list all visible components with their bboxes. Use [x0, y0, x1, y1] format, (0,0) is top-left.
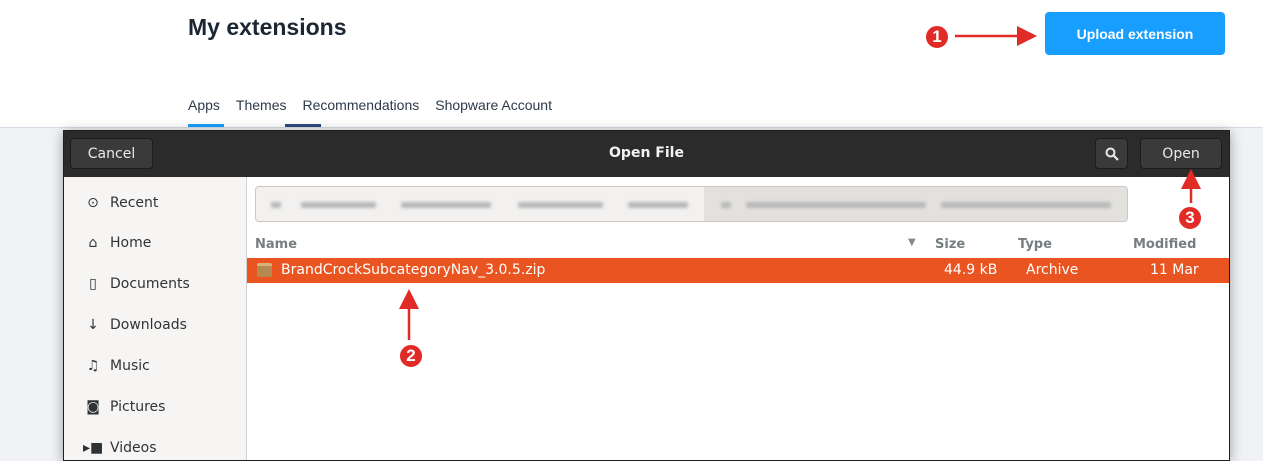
music-icon: ♫: [86, 358, 100, 374]
archive-icon: [257, 263, 272, 277]
extension-tabs: Apps Themes Recommendations Shopware Acc…: [188, 97, 568, 113]
file-name: BrandCrockSubcategoryNav_3.0.5.zip: [281, 262, 546, 278]
dialog-titlebar: Cancel Open File Open: [64, 131, 1229, 177]
column-modified[interactable]: Modified: [1133, 237, 1196, 252]
search-button[interactable]: [1095, 138, 1128, 169]
sidebar-item-label: Videos: [110, 440, 157, 456]
path-segment[interactable]: [301, 202, 376, 208]
sidebar-item-videos[interactable]: ▸■ Videos: [64, 428, 247, 460]
column-type[interactable]: Type: [1018, 237, 1052, 252]
sidebar-item-pictures[interactable]: ◙ Pictures: [64, 387, 247, 427]
home-icon: ⌂: [88, 235, 98, 251]
sidebar-item-home[interactable]: ⌂ Home: [64, 223, 247, 263]
tab-themes[interactable]: Themes: [236, 97, 287, 113]
path-segment[interactable]: [518, 202, 603, 208]
sort-down-icon: ▼: [908, 237, 916, 248]
video-icon: ▸■: [83, 440, 104, 456]
step-marker-3: 3: [1177, 205, 1203, 231]
sidebar-item-downloads[interactable]: ↓ Downloads: [64, 305, 247, 345]
tab-divider: [0, 127, 1263, 128]
sidebar-item-label: Downloads: [110, 317, 187, 333]
dialog-title: Open File: [609, 145, 684, 161]
sidebar-item-label: Pictures: [110, 399, 166, 415]
step-marker-1: 1: [924, 24, 950, 50]
page-title: My extensions: [188, 14, 347, 40]
sidebar-item-label: Documents: [110, 276, 190, 292]
file-type: Archive: [1026, 262, 1079, 278]
file-modified: 11 Mar: [1150, 262, 1199, 278]
sidebar-item-label: Recent: [110, 195, 159, 211]
sidebar-item-documents[interactable]: ▯ Documents: [64, 264, 247, 304]
download-icon: ↓: [87, 317, 99, 333]
document-icon: ▯: [89, 276, 97, 292]
clock-icon: ⊙: [87, 195, 99, 211]
path-segment[interactable]: [628, 202, 688, 208]
tab-recommendations[interactable]: Recommendations: [303, 97, 420, 113]
upload-extension-button[interactable]: Upload extension: [1045, 12, 1225, 55]
search-icon: [1105, 147, 1119, 161]
sidebar-item-music[interactable]: ♫ Music: [64, 346, 247, 386]
path-segment: [721, 202, 731, 208]
tab-apps[interactable]: Apps: [188, 97, 220, 113]
path-segment[interactable]: [271, 202, 281, 208]
path-segment: [746, 202, 926, 208]
path-segment: [941, 202, 1111, 208]
open-button[interactable]: Open: [1140, 138, 1222, 169]
path-bar[interactable]: [255, 186, 1128, 222]
file-size: 44.9 kB: [944, 262, 998, 278]
column-name[interactable]: Name: [255, 237, 297, 252]
sidebar-item-label: Home: [110, 235, 152, 251]
sidebar-item-recent[interactable]: ⊙ Recent: [64, 183, 247, 223]
tab-shopware-account[interactable]: Shopware Account: [435, 97, 552, 113]
file-row-selected[interactable]: BrandCrockSubcategoryNav_3.0.5.zip 44.9 …: [247, 258, 1229, 283]
path-segment[interactable]: [401, 202, 491, 208]
sidebar-item-label: Music: [110, 358, 150, 374]
file-list-header: Name ▼ Size Type Modified: [247, 229, 1229, 259]
places-sidebar: ⊙ Recent ⌂ Home ▯ Documents ↓ Downloads …: [64, 177, 247, 460]
step-marker-2: 2: [398, 343, 424, 369]
camera-icon: ◙: [86, 399, 100, 415]
open-file-dialog: Cancel Open File Open ⊙ Recent ⌂ Home ▯ …: [63, 130, 1230, 461]
column-size[interactable]: Size: [935, 237, 965, 252]
